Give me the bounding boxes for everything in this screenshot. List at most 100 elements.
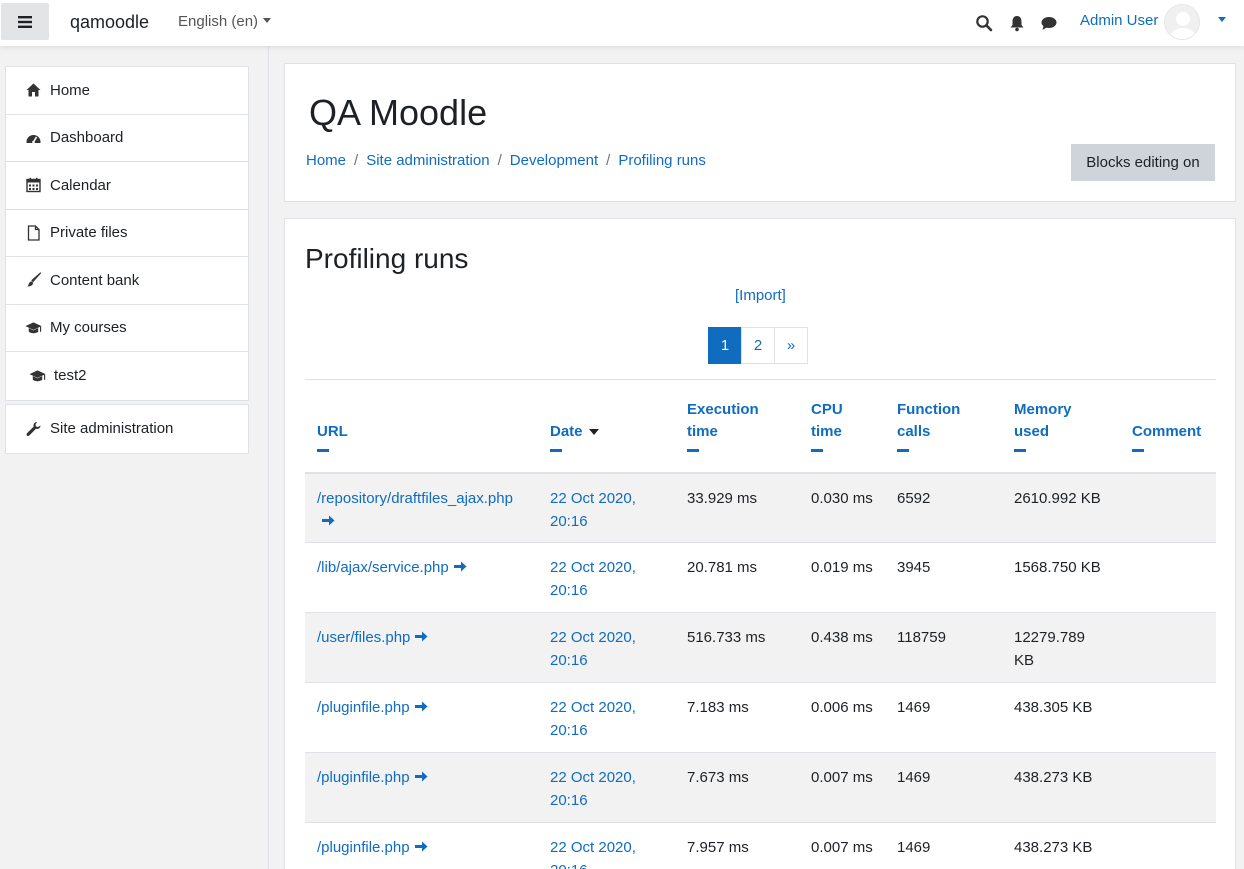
cell-comment	[1120, 612, 1216, 683]
column-header-date: Date	[538, 379, 675, 474]
table-body: /repository/draftfiles_ajax.php 22 Oct 20…	[305, 472, 1216, 869]
breadcrumb-separator: /	[497, 152, 502, 169]
language-menu[interactable]: English (en)	[178, 13, 272, 30]
arrow-right-icon[interactable]	[414, 700, 428, 713]
breadcrumb-site-administration[interactable]: Site administration	[366, 152, 489, 169]
chevron-down-icon[interactable]	[1218, 17, 1226, 22]
blocks-editing-button[interactable]: Blocks editing on	[1071, 144, 1215, 181]
cell-execution-time: 33.929 ms	[675, 472, 799, 543]
cell-cpu-time: 0.007 ms	[799, 822, 885, 869]
run-date-link[interactable]: 22 Oct 2020, 20:16	[550, 559, 636, 599]
cell-comment	[1120, 822, 1216, 869]
collapse-column-icon[interactable]	[1132, 448, 1144, 452]
sort-function-calls-link[interactable]: Function calls	[897, 401, 960, 440]
sidebar-item-label: Home	[50, 81, 91, 99]
arrow-right-icon[interactable]	[321, 514, 335, 527]
user-menu-name[interactable]: Admin User	[1080, 12, 1158, 29]
sort-comment-link[interactable]: Comment	[1132, 423, 1201, 440]
cell-memory-used: 438.273 KB	[1002, 752, 1120, 823]
paintbrush-icon	[27, 272, 42, 287]
table-header-row: URL Date Execution time CPU time Functio…	[305, 379, 1216, 474]
breadcrumb-home[interactable]: Home	[306, 152, 346, 169]
search-icon[interactable]	[975, 14, 993, 32]
home-icon	[26, 83, 41, 97]
cell-url: /pluginfile.php	[305, 822, 538, 869]
breadcrumb-separator: /	[354, 152, 359, 169]
collapse-column-icon[interactable]	[811, 448, 823, 452]
page-2-button[interactable]: 2	[741, 327, 775, 364]
cell-cpu-time: 0.006 ms	[799, 682, 885, 753]
language-label: English (en)	[178, 13, 259, 30]
cell-url: /pluginfile.php	[305, 682, 538, 753]
chat-bubble-icon[interactable]	[1040, 14, 1058, 32]
sidebar-item-my-courses[interactable]: My courses	[6, 305, 248, 352]
run-url-link[interactable]: /pluginfile.php	[317, 699, 410, 716]
run-url-link[interactable]: /pluginfile.php	[317, 769, 410, 786]
avatar[interactable]	[1164, 4, 1200, 40]
cell-cpu-time: 0.030 ms	[799, 472, 885, 543]
sidebar-item-site-administration[interactable]: Site administration	[6, 405, 248, 453]
import-link[interactable]: [Import]	[735, 287, 786, 304]
sidebar-item-dashboard[interactable]: Dashboard	[6, 115, 248, 162]
collapse-column-icon[interactable]	[897, 448, 909, 452]
arrow-right-icon[interactable]	[453, 560, 467, 573]
cell-execution-time: 7.957 ms	[675, 822, 799, 869]
sidebar-item-label: Site administration	[50, 420, 174, 438]
column-header-execution-time: Execution time	[675, 379, 799, 474]
graduation-cap-icon	[29, 370, 46, 381]
collapse-column-icon[interactable]	[687, 448, 699, 452]
cell-function-calls: 3945	[885, 542, 1002, 613]
drawer-toggle-button[interactable]	[1, 3, 49, 40]
sidebar-item-label: My courses	[50, 319, 127, 337]
next-page-button[interactable]: »	[774, 327, 808, 364]
collapse-column-icon[interactable]	[317, 448, 329, 452]
run-url-link[interactable]: /user/files.php	[317, 629, 410, 646]
sort-cpu-time-link[interactable]: CPU time	[811, 401, 843, 440]
breadcrumb-profiling-runs[interactable]: Profiling runs	[618, 152, 706, 169]
sort-date-link[interactable]: Date	[550, 423, 583, 440]
collapse-column-icon[interactable]	[550, 448, 562, 452]
collapse-column-icon[interactable]	[1014, 448, 1026, 452]
sort-memory-used-link[interactable]: Memory used	[1014, 401, 1072, 440]
cell-comment	[1120, 472, 1216, 543]
sidebar-item-private-files[interactable]: Private files	[6, 210, 248, 257]
sidebar-item-label: test2	[54, 367, 87, 385]
sidebar-item-home[interactable]: Home	[6, 67, 248, 115]
sidebar-item-calendar[interactable]: Calendar	[6, 162, 248, 210]
sidebar-item-content-bank[interactable]: Content bank	[6, 257, 248, 305]
sort-url-link[interactable]: URL	[317, 423, 348, 440]
cell-comment	[1120, 542, 1216, 613]
run-date-link[interactable]: 22 Oct 2020, 20:16	[550, 629, 636, 669]
run-url-link[interactable]: /repository/draftfiles_ajax.php	[317, 490, 513, 507]
dashboard-icon	[26, 134, 41, 144]
cell-url: /repository/draftfiles_ajax.php	[305, 472, 538, 543]
nav-group-main: Home Dashboard Calendar Private files Co…	[5, 66, 249, 401]
run-url-link[interactable]: /lib/ajax/service.php	[317, 559, 449, 576]
arrow-right-icon[interactable]	[414, 840, 428, 853]
run-date-link[interactable]: 22 Oct 2020, 20:16	[550, 769, 636, 809]
navbar: qamoodle English (en) Admin User	[0, 0, 1244, 46]
run-url-link[interactable]: /pluginfile.php	[317, 839, 410, 856]
cell-url: /user/files.php	[305, 612, 538, 683]
arrow-right-icon[interactable]	[414, 630, 428, 643]
site-title: QA Moodle	[309, 92, 488, 133]
sidebar-item-label: Calendar	[50, 176, 111, 194]
cell-function-calls: 1469	[885, 752, 1002, 823]
sidebar-item-label: Private files	[50, 224, 128, 242]
run-date-link[interactable]: 22 Oct 2020, 20:16	[550, 839, 636, 869]
breadcrumb-development[interactable]: Development	[510, 152, 598, 169]
page-1-button[interactable]: 1	[708, 327, 742, 364]
run-date-link[interactable]: 22 Oct 2020, 20:16	[550, 490, 636, 530]
site-brand[interactable]: qamoodle	[70, 12, 149, 33]
sidebar-item-test2[interactable]: test2	[6, 352, 248, 400]
cell-date: 22 Oct 2020, 20:16	[538, 472, 675, 543]
bell-icon[interactable]	[1008, 14, 1026, 32]
cell-execution-time: 7.673 ms	[675, 752, 799, 823]
sort-execution-time-link[interactable]: Execution time	[687, 401, 759, 440]
breadcrumb: Home / Site administration / Development…	[306, 152, 706, 169]
column-header-memory-used: Memory used	[1002, 379, 1120, 474]
cell-date: 22 Oct 2020, 20:16	[538, 682, 675, 753]
run-date-link[interactable]: 22 Oct 2020, 20:16	[550, 699, 636, 739]
page-header-card: QA Moodle Home / Site administration / D…	[284, 63, 1236, 202]
arrow-right-icon[interactable]	[414, 770, 428, 783]
